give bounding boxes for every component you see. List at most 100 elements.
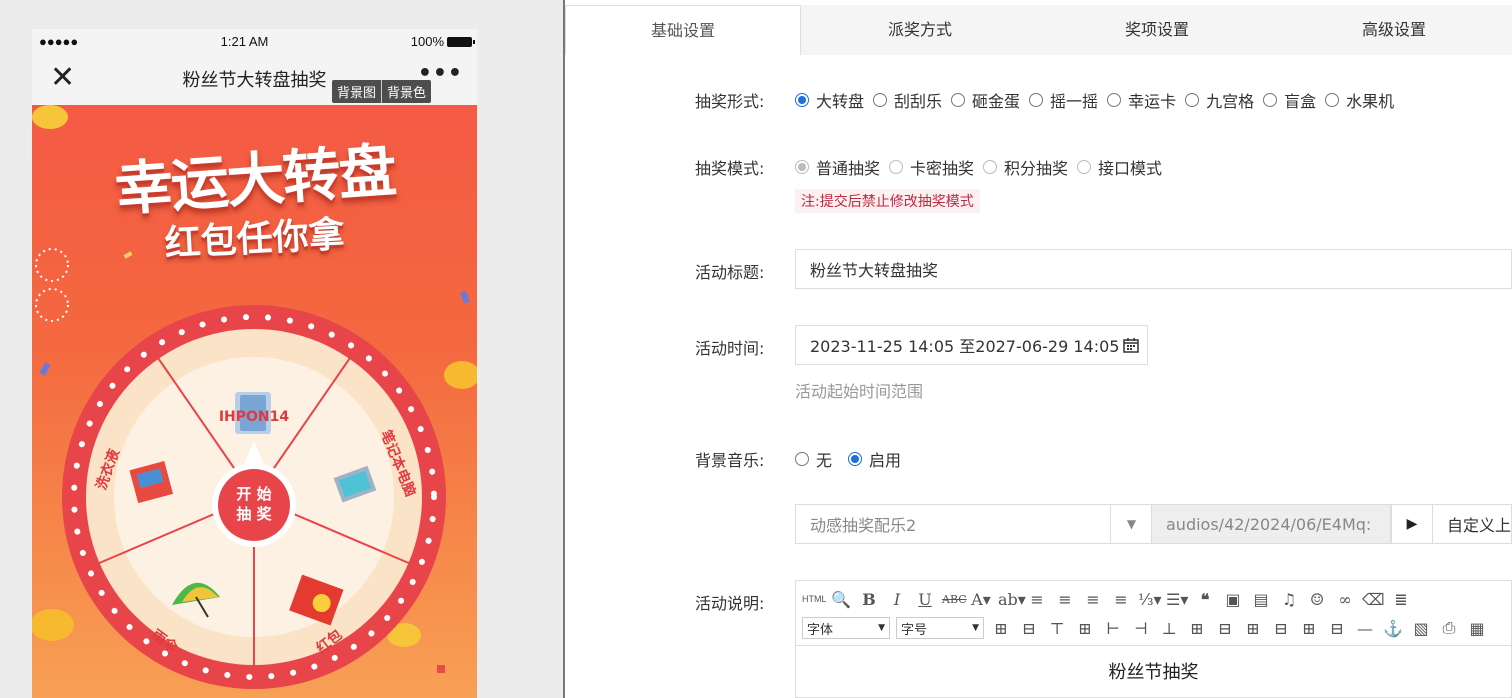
- image-icon[interactable]: ▣: [1222, 590, 1244, 609]
- status-bar: ●●●●● 1:21 AM 100%: [32, 29, 477, 53]
- delete-col-icon[interactable]: ⊣: [1130, 619, 1152, 638]
- insert-row-icon[interactable]: ⊞: [1074, 619, 1096, 638]
- tab-award-method[interactable]: 派奖方式: [802, 5, 1038, 55]
- radio-api-mode[interactable]: 接口模式: [1077, 155, 1162, 179]
- merge-down-icon[interactable]: ⊞: [1242, 619, 1264, 638]
- bold-icon[interactable]: B: [858, 590, 880, 609]
- radio-icon: [1185, 93, 1200, 107]
- play-button[interactable]: ▶: [1391, 504, 1433, 544]
- chevron-down-icon: ▼: [878, 623, 885, 633]
- ordered-list-icon[interactable]: ⅓▾: [1138, 590, 1162, 609]
- link-icon[interactable]: ∞: [1334, 590, 1356, 609]
- radio-music-on[interactable]: 启用: [848, 447, 901, 471]
- template-icon[interactable]: ▦: [1466, 619, 1488, 638]
- split-cells-icon[interactable]: ⊞: [1186, 619, 1208, 638]
- calendar-icon[interactable]: [1123, 337, 1140, 353]
- lottery-form-label: 抽奖形式:: [695, 92, 765, 111]
- custom-upload-button[interactable]: 自定义上: [1432, 504, 1512, 544]
- italic-icon[interactable]: I: [886, 590, 908, 609]
- background-color-button[interactable]: 背景色: [381, 80, 431, 103]
- print-icon[interactable]: ⎙: [1438, 618, 1460, 638]
- split-cols-icon[interactable]: ⊞: [1298, 619, 1320, 638]
- time-range-input[interactable]: 2023-11-25 14:05 至2027-06-29 14:05: [795, 325, 1148, 365]
- background-image-button[interactable]: 背景图: [332, 80, 381, 103]
- radio-lucky-card[interactable]: 幸运卡: [1107, 88, 1176, 112]
- font-family-select[interactable]: 字体 ▼: [802, 617, 890, 639]
- radio-icon: [1325, 93, 1340, 107]
- radio-label: 刮刮乐: [894, 92, 943, 111]
- close-icon[interactable]: ✕: [50, 63, 75, 93]
- justify-icon[interactable]: ≡: [1110, 590, 1132, 609]
- radio-wheel[interactable]: 大转盘: [795, 88, 864, 112]
- editor-content[interactable]: 粉丝节抽奖: [796, 645, 1511, 684]
- delete-table-icon[interactable]: ⊟: [1326, 619, 1348, 638]
- battery-indicator: 100%: [411, 34, 475, 49]
- split-rows-icon[interactable]: ⊟: [1270, 619, 1292, 638]
- radio-label: 水果机: [1346, 92, 1395, 111]
- table-icon[interactable]: ⊞: [990, 619, 1012, 638]
- align-right-icon[interactable]: ≡: [1082, 590, 1104, 609]
- radio-label: 卡密抽奖: [910, 159, 975, 178]
- editor-toolbar-row1: HTML 🔍 B I U ABC A▾ ab▾ ≡ ≡ ≡ ≡ ⅓▾ ☰▾ ❝ …: [796, 585, 1418, 613]
- font-size-select[interactable]: 字号 ▼: [896, 617, 984, 639]
- merge-right-icon[interactable]: ⊟: [1214, 619, 1236, 638]
- radio-egg[interactable]: 砸金蛋: [951, 88, 1020, 112]
- radio-icon: [1263, 93, 1278, 107]
- radio-icon: [983, 160, 998, 174]
- title-input[interactable]: 粉丝节大转盘抽奖: [795, 249, 1512, 289]
- preview-pane: ●●●●● 1:21 AM 100% ✕ 粉丝节大转盘抽奖 ••• 背景图 背景…: [0, 0, 565, 698]
- radio-icon: [1107, 93, 1122, 107]
- tab-basic-settings[interactable]: 基础设置: [565, 5, 801, 55]
- radio-label: 接口模式: [1098, 159, 1163, 178]
- emoji-icon[interactable]: ☺: [1306, 590, 1328, 609]
- radio-label: 积分抽奖: [1004, 159, 1069, 178]
- radio-selected-icon: [795, 160, 809, 174]
- radio-scratch[interactable]: 刮刮乐: [873, 88, 942, 112]
- preview-icon[interactable]: 🔍: [830, 590, 852, 609]
- attachment-icon[interactable]: ▧: [1410, 619, 1432, 638]
- merge-cells-icon[interactable]: ⊥: [1158, 619, 1180, 638]
- video-icon[interactable]: ▤: [1250, 590, 1272, 609]
- radio-grid[interactable]: 九宫格: [1185, 88, 1254, 112]
- quote-icon[interactable]: ❝: [1194, 590, 1216, 609]
- music-icon[interactable]: ♫: [1278, 590, 1300, 609]
- radio-shake[interactable]: 摇一摇: [1029, 88, 1098, 112]
- eraser-icon[interactable]: ⌫: [1362, 590, 1385, 609]
- anchor-icon[interactable]: ⚓: [1382, 619, 1404, 638]
- title-label: 活动标题:: [695, 263, 765, 282]
- radio-points-draw[interactable]: 积分抽奖: [983, 155, 1068, 179]
- horizontal-rule-icon[interactable]: —: [1354, 619, 1376, 638]
- music-label: 背景音乐:: [695, 451, 765, 470]
- chevron-down-icon[interactable]: ▼: [1110, 505, 1152, 543]
- tab-advanced-settings[interactable]: 高级设置: [1276, 5, 1512, 55]
- line-height-icon[interactable]: ≣: [1390, 590, 1412, 609]
- tab-prize-settings[interactable]: 奖项设置: [1039, 5, 1275, 55]
- start-button-label: 开 始: [236, 485, 271, 503]
- music-options: 无 启用: [795, 447, 910, 471]
- radio-normal-draw[interactable]: 普通抽奖: [795, 155, 880, 179]
- insert-col-icon[interactable]: ⊢: [1102, 619, 1124, 638]
- table-props-icon[interactable]: ⊟: [1018, 619, 1040, 638]
- radio-card-draw[interactable]: 卡密抽奖: [889, 155, 974, 179]
- html-source-icon[interactable]: HTML: [802, 594, 827, 604]
- underline-icon[interactable]: U: [914, 590, 936, 609]
- rich-text-editor: HTML 🔍 B I U ABC A▾ ab▾ ≡ ≡ ≡ ≡ ⅓▾ ☰▾ ❝ …: [795, 580, 1512, 698]
- music-track-select[interactable]: 动感抽奖配乐2 ▼: [795, 504, 1151, 544]
- radio-icon: [889, 160, 904, 174]
- font-color-icon[interactable]: A▾: [970, 590, 992, 609]
- highlight-icon[interactable]: ab▾: [998, 590, 1026, 609]
- radio-music-off[interactable]: 无: [795, 447, 832, 471]
- align-center-icon[interactable]: ≡: [1054, 590, 1076, 609]
- radio-label: 无: [816, 451, 833, 470]
- settings-pane: 基础设置 派奖方式 奖项设置 高级设置 抽奖形式: 大转盘 刮刮乐 砸金蛋 摇一…: [565, 0, 1512, 698]
- radio-blind-box[interactable]: 盲盒: [1263, 88, 1316, 112]
- align-left-icon[interactable]: ≡: [1026, 590, 1048, 609]
- insert-title-icon[interactable]: ⊤: [1046, 619, 1068, 638]
- radio-icon: [951, 93, 966, 107]
- radio-fruit-machine[interactable]: 水果机: [1325, 88, 1394, 112]
- radio-label: 幸运卡: [1128, 92, 1177, 111]
- radio-icon: [1029, 93, 1044, 107]
- radio-selected-icon: [795, 93, 809, 107]
- strikethrough-icon[interactable]: ABC: [942, 593, 967, 606]
- unordered-list-icon[interactable]: ☰▾: [1166, 590, 1188, 609]
